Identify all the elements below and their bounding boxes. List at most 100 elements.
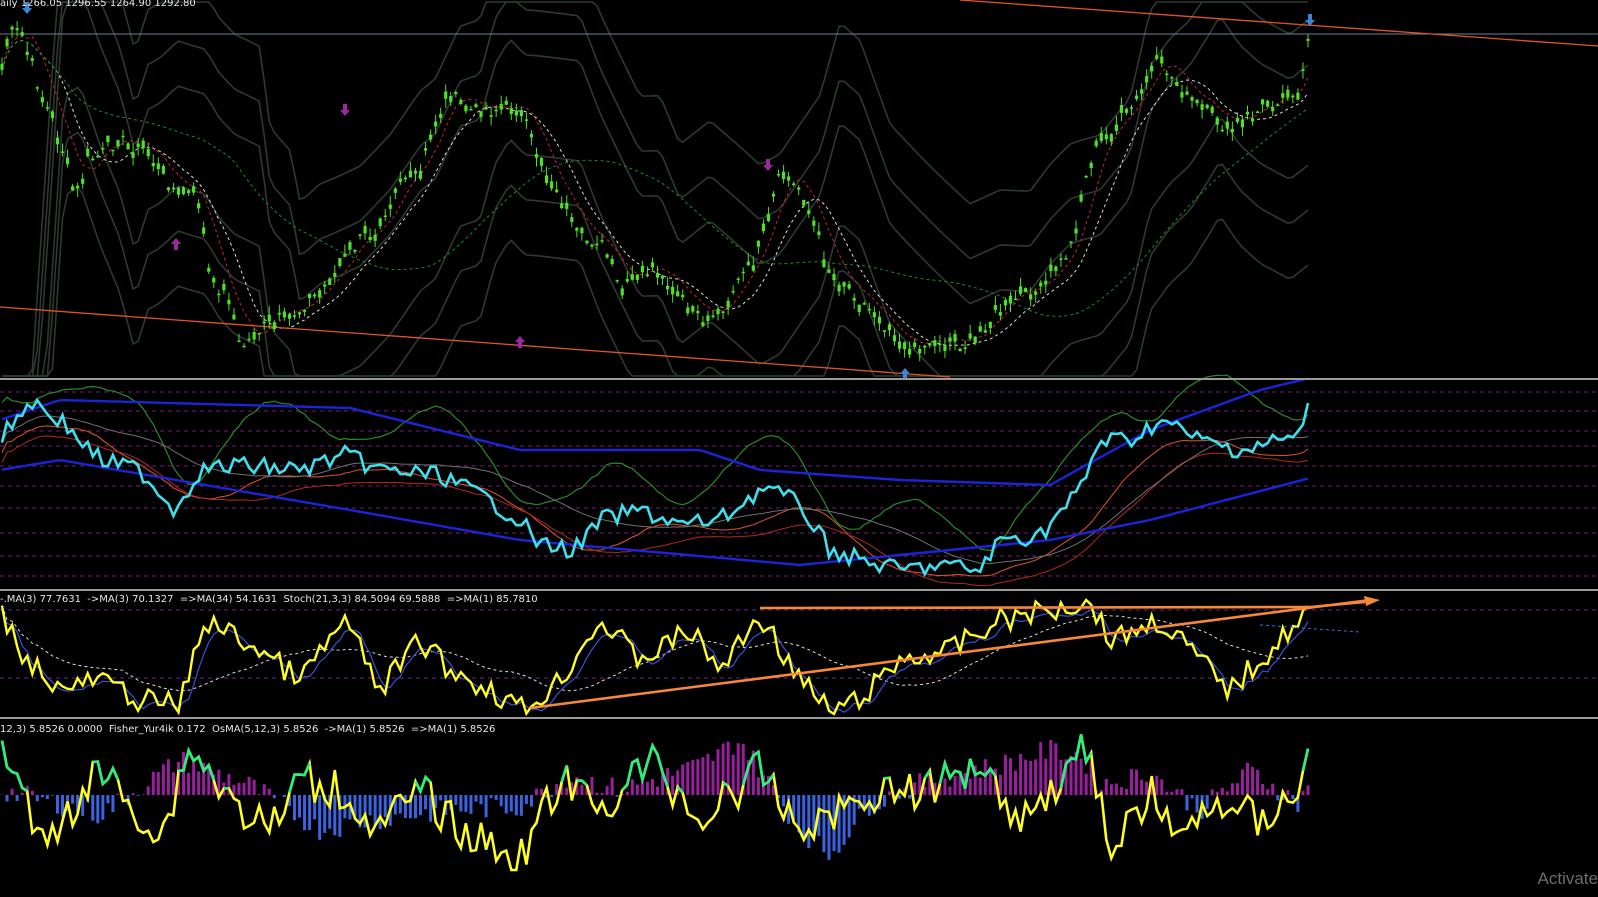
- candle-body: [277, 312, 281, 315]
- panel-divider[interactable]: [0, 378, 1598, 380]
- osma-bar-positive: [1215, 791, 1219, 795]
- candle-body: [817, 231, 821, 236]
- candle-body: [20, 32, 24, 36]
- candle-body: [827, 269, 831, 273]
- osma-bar-positive: [1180, 789, 1184, 795]
- candle-body: [539, 157, 544, 166]
- candle-body: [998, 312, 1003, 316]
- panel-divider[interactable]: [0, 717, 1598, 719]
- candle-body: [938, 343, 942, 346]
- candle-body: [35, 87, 39, 89]
- candle-body: [121, 135, 125, 138]
- osma-bar-positive: [1140, 779, 1144, 795]
- osma-bar-negative: [15, 795, 19, 801]
- candle-body: [232, 314, 236, 320]
- osma-bar-negative: [383, 795, 387, 817]
- candle-body: [186, 190, 191, 194]
- osma-bar-negative: [292, 795, 296, 821]
- osma-bar-positive: [1225, 791, 1229, 795]
- candle-body: [968, 333, 972, 339]
- osma-bar-positive: [756, 777, 760, 795]
- candle-body: [706, 315, 710, 322]
- candle-body: [590, 244, 594, 247]
- osma-bar-negative: [282, 795, 286, 798]
- candle-body: [615, 279, 619, 282]
- candle-body: [363, 225, 367, 234]
- candle-body: [746, 261, 750, 266]
- osma-bar-positive: [635, 784, 639, 795]
- candle-body: [524, 119, 529, 121]
- candle-body: [1255, 111, 1260, 114]
- candle-body: [701, 322, 705, 326]
- candle-body: [96, 155, 100, 158]
- candle-body: [1175, 81, 1179, 87]
- candle-body: [897, 341, 902, 349]
- candle-body: [655, 272, 660, 278]
- candle-body: [247, 338, 251, 341]
- candle-body: [832, 273, 836, 281]
- osma-bar-negative: [1185, 795, 1189, 811]
- osma-bar-positive: [630, 779, 634, 795]
- candle-body: [176, 187, 181, 195]
- candle-body: [1276, 104, 1280, 106]
- osma-bar-positive: [10, 788, 14, 795]
- osma-bar-negative: [908, 795, 912, 799]
- candle-body: [1084, 175, 1088, 178]
- candle-body: [1145, 76, 1149, 83]
- candle-body: [484, 106, 488, 110]
- panel-divider[interactable]: [0, 589, 1598, 591]
- osma-bar-negative: [474, 795, 478, 802]
- osma-bar-positive: [1251, 766, 1255, 795]
- stoch-trendline: [759, 605, 1311, 610]
- osma-bar-negative: [782, 795, 786, 807]
- candle-body: [30, 58, 34, 61]
- osma-bar-positive: [151, 771, 155, 795]
- candle-body: [1240, 119, 1245, 128]
- candle-body: [605, 254, 609, 258]
- osma-bar-positive: [953, 776, 957, 795]
- fisher-positive-line: [884, 776, 890, 780]
- osma-bar-positive: [978, 777, 982, 795]
- candle-body: [1109, 134, 1113, 142]
- osma-bar-positive: [1114, 783, 1118, 795]
- candle-body: [721, 311, 725, 313]
- candle-body: [1059, 258, 1063, 260]
- osma-bar-negative: [96, 795, 100, 824]
- candle-body: [207, 267, 211, 272]
- osma-bar-negative: [106, 795, 110, 804]
- candle-body: [771, 193, 776, 197]
- osma-bar-negative: [882, 795, 886, 807]
- osma-bar-negative: [35, 795, 39, 802]
- candle-body: [1008, 295, 1013, 304]
- candle-body: [570, 217, 574, 222]
- candle-body: [837, 284, 841, 292]
- trading-chart[interactable]: [0, 0, 1598, 897]
- candle-body: [630, 274, 634, 280]
- osma-bar-positive: [736, 743, 740, 795]
- osma-bar-positive: [156, 772, 160, 795]
- candle-body: [313, 294, 317, 297]
- osma-bar-positive: [187, 772, 191, 795]
- candle-body: [933, 340, 937, 347]
- candle-body: [81, 178, 85, 184]
- candle-body: [1134, 95, 1139, 99]
- osma-bar-positive: [943, 778, 947, 795]
- candle-body: [1099, 133, 1103, 141]
- candle-body: [1104, 134, 1108, 140]
- osma-bar-positive: [731, 754, 735, 795]
- osma-bar-positive: [262, 784, 266, 795]
- candle-body: [913, 342, 917, 348]
- candle-body: [343, 253, 347, 257]
- osma-bar-positive: [1210, 789, 1214, 795]
- candle-body: [217, 293, 221, 296]
- candle-body: [292, 315, 297, 317]
- osma-bar-negative: [91, 795, 95, 821]
- candle-body: [867, 308, 871, 311]
- osma-bar-positive: [257, 794, 261, 795]
- osma-bar-negative: [298, 795, 302, 818]
- osma-bar-positive: [590, 776, 594, 795]
- candle-body: [489, 115, 493, 117]
- candle-body: [282, 311, 286, 318]
- stochastic-info-label: -.MA(3) 77.7631 ->MA(3) 70.1327 =>MA(34)…: [0, 594, 538, 605]
- candle-body: [1170, 77, 1174, 79]
